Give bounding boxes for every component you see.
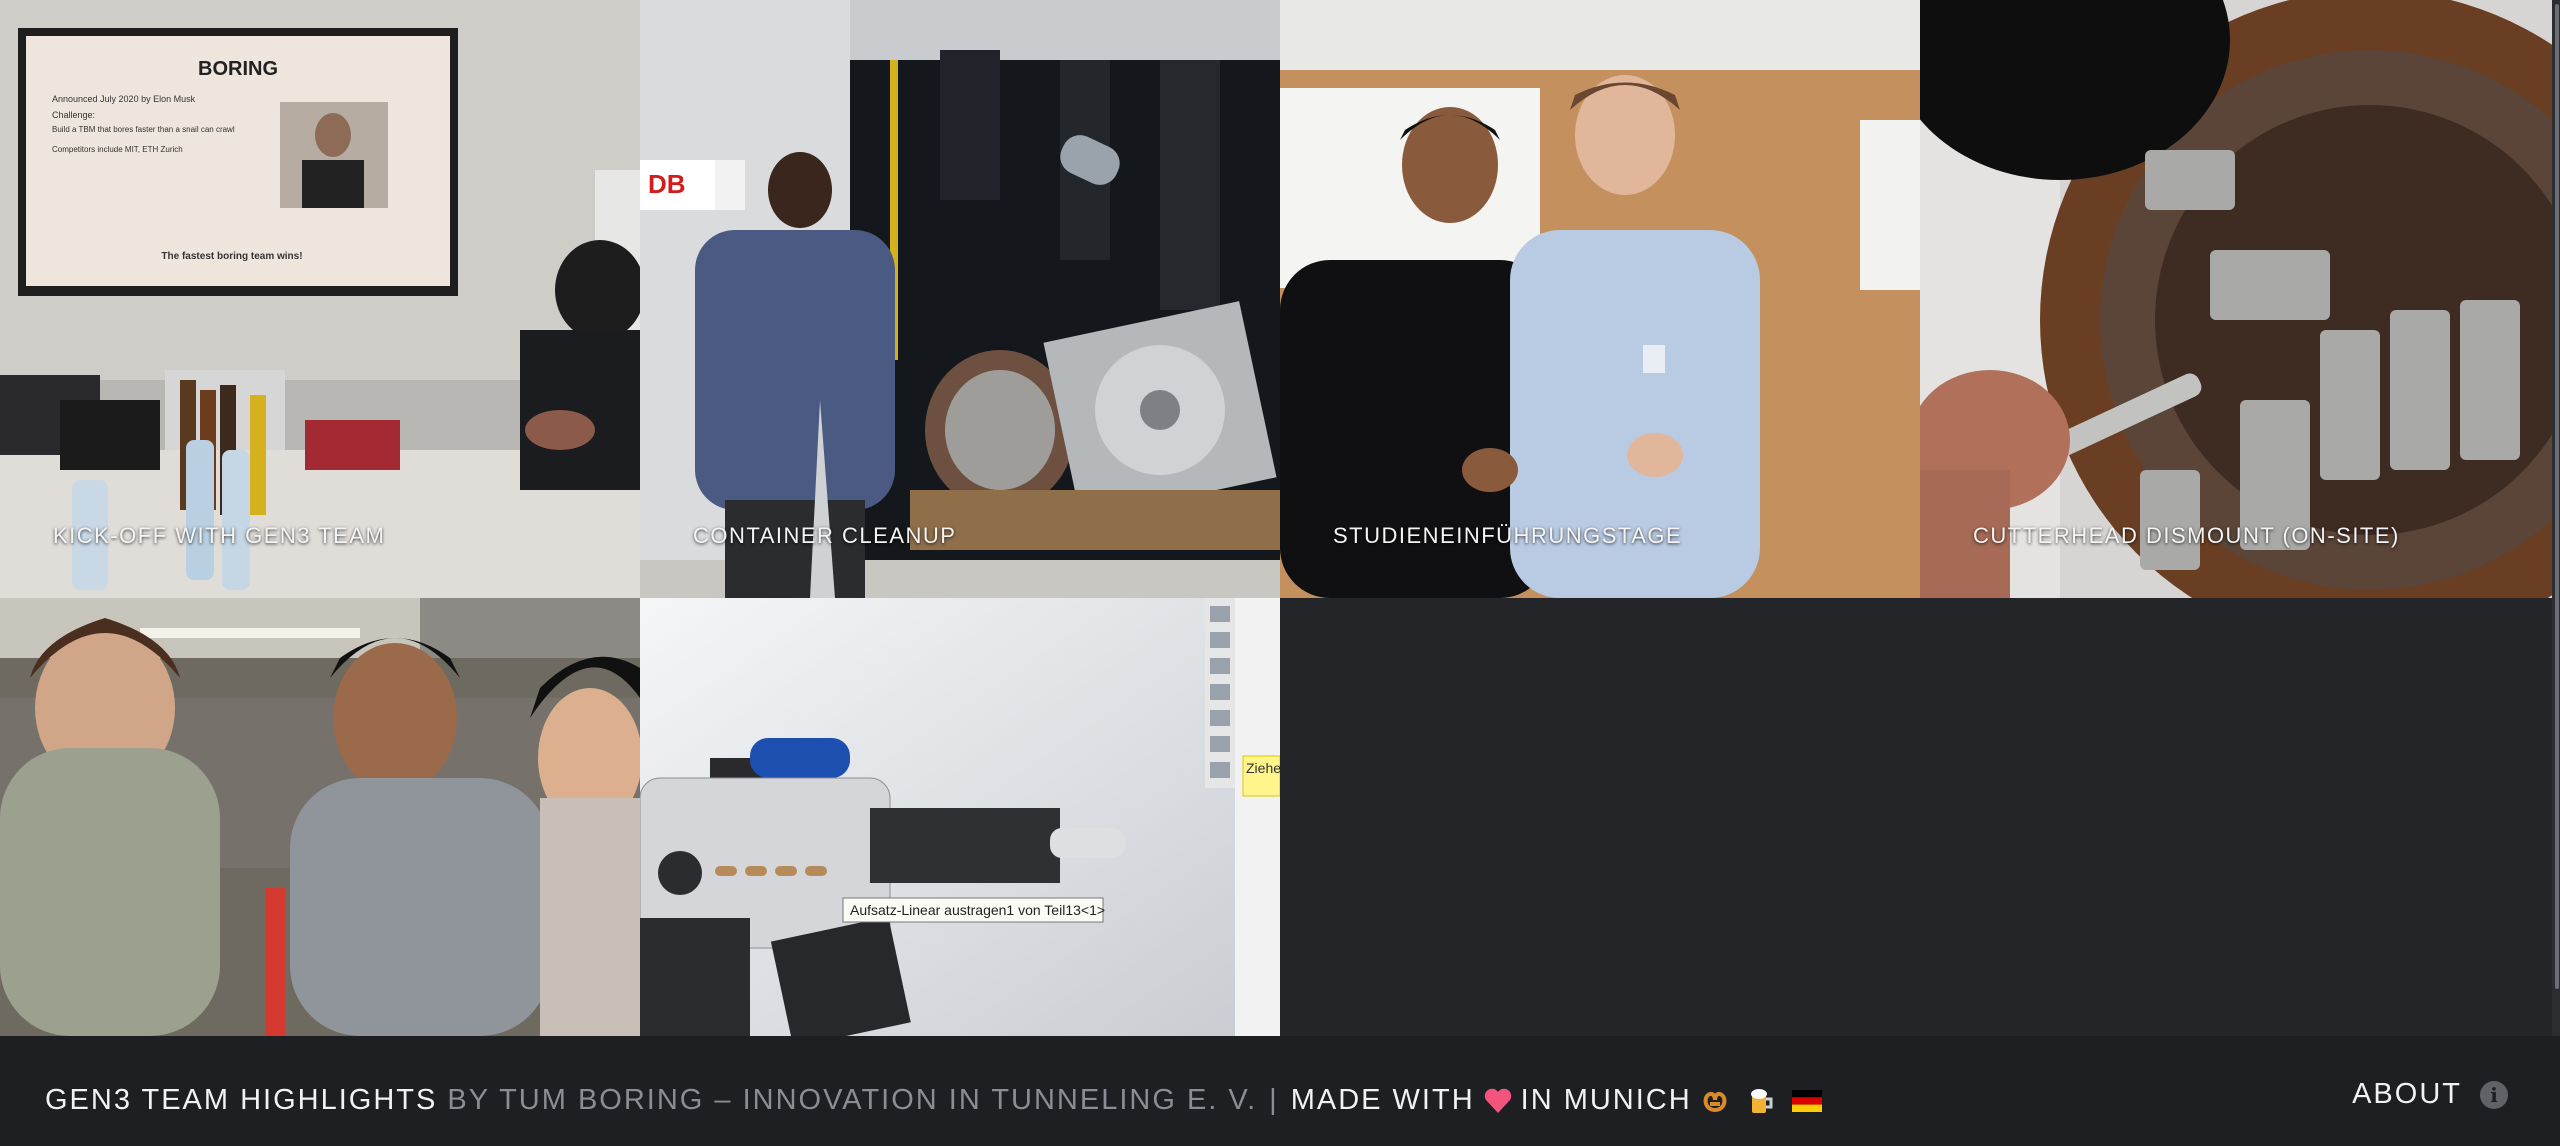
about-link[interactable]: ABOUT i xyxy=(2352,1078,2508,1111)
scrollbar[interactable] xyxy=(2552,0,2560,1036)
photo-cad-model: Ziehe Aufsatz-Linear austragen1 von Teil… xyxy=(640,598,1280,1036)
about-label: ABOUT xyxy=(2352,1078,2462,1110)
photo-gallery: BORING Announced July 2020 by Elon Musk … xyxy=(0,0,2560,1036)
photo-studieneinfuehrungstage xyxy=(1280,0,1920,598)
photo-container-cleanup: DB xyxy=(640,0,1280,598)
pretzel-icon xyxy=(1700,1086,1730,1116)
slide-bullet-3: Build a TBM that bores faster than a sna… xyxy=(52,125,235,134)
gallery-tile-workshop[interactable] xyxy=(0,598,640,1036)
photo-kickoff: BORING Announced July 2020 by Elon Musk … xyxy=(0,0,640,598)
footer-separator: | xyxy=(1269,1084,1279,1116)
tile-caption: Cutterhead Dismount (on-site) xyxy=(1973,523,2400,548)
photo-cutterhead-dismount xyxy=(1920,0,2560,598)
info-icon[interactable]: i xyxy=(2480,1080,2508,1109)
slide-footer: The fastest boring team wins! xyxy=(161,251,302,262)
tile-caption: Studieneinführungstage xyxy=(1333,523,1683,548)
gallery-tile-kickoff[interactable]: BORING Announced July 2020 by Elon Musk … xyxy=(0,0,640,598)
gallery-tile-cutterhead-dismount[interactable]: Cutterhead Dismount (on-site) xyxy=(1920,0,2560,598)
gallery-tile-cad-model[interactable]: Ziehe Aufsatz-Linear austragen1 von Teil… xyxy=(640,598,1280,1036)
cad-side-label: Ziehe xyxy=(1246,760,1280,776)
scrollbar-thumb[interactable] xyxy=(2555,4,2559,989)
gallery-title: GEN3 TEAM HIGHLIGHTS xyxy=(45,1084,438,1116)
beer-icon xyxy=(1746,1086,1776,1116)
gallery-tile-studieneinfuehrungstage[interactable]: Studieneinführungstage xyxy=(1280,0,1920,598)
organization-name: BY TUM BORING – INNOVATION IN TUNNELING … xyxy=(447,1084,1258,1116)
in-munich-label: IN MUNICH xyxy=(1520,1084,1692,1116)
made-with-label: MADE WITH xyxy=(1290,1084,1475,1116)
slide-bullet-1: Announced July 2020 by Elon Musk xyxy=(52,94,196,104)
slide-bullet-4: Competitors include MIT, ETH Zurich xyxy=(52,145,183,154)
tile-caption: Container Cleanup xyxy=(693,523,957,548)
site-footer: GEN3 TEAM HIGHLIGHTS BY TUM BORING – INN… xyxy=(0,1036,2560,1146)
slide-heading: BORING xyxy=(198,58,278,80)
slide-bullet-2: Challenge: xyxy=(52,110,95,120)
tile-caption: Kick-off with Gen3 Team xyxy=(53,523,386,548)
gallery-tile-container-cleanup[interactable]: DB Container Cleanup xyxy=(640,0,1280,598)
footer-credits: GEN3 TEAM HIGHLIGHTS BY TUM BORING – INN… xyxy=(45,1084,1830,1117)
photo-workshop xyxy=(0,598,640,1036)
heart-icon xyxy=(1483,1086,1513,1116)
germany-flag-icon xyxy=(1791,1086,1822,1116)
cad-tooltip: Aufsatz-Linear austragen1 von Teil13<1> xyxy=(850,902,1105,918)
svg-text:DB: DB xyxy=(648,169,686,199)
